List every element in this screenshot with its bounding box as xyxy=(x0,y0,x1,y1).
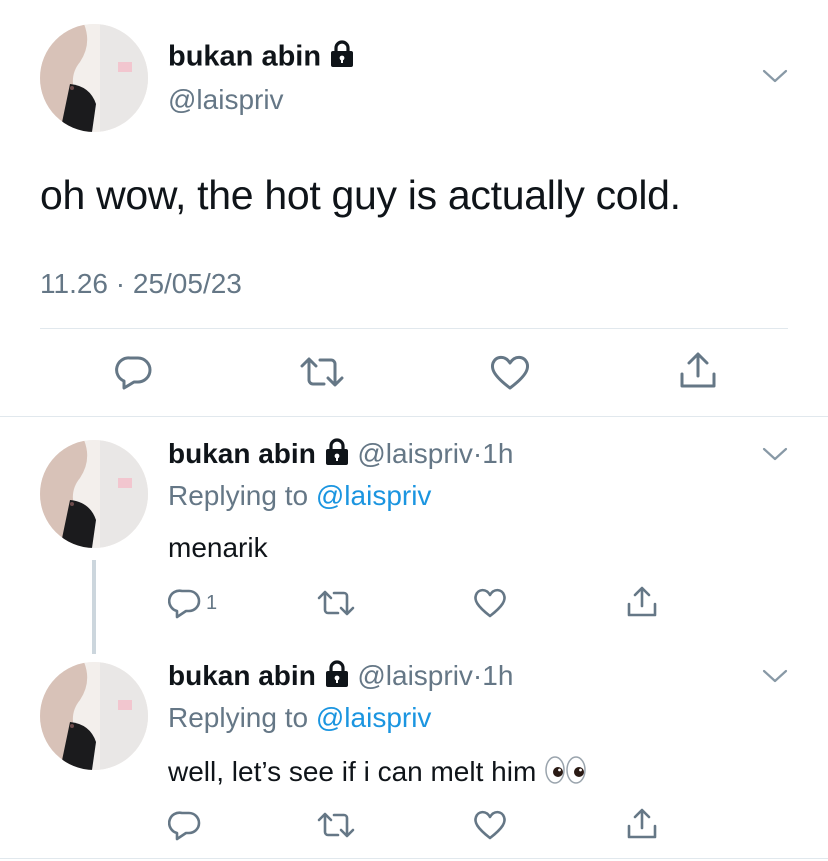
like-icon[interactable] xyxy=(472,808,508,842)
divider xyxy=(0,416,828,417)
divider xyxy=(40,328,788,329)
handle[interactable]: @laispriv xyxy=(357,660,473,691)
handle[interactable]: @laispriv xyxy=(357,438,473,469)
avatar[interactable] xyxy=(40,24,148,132)
divider xyxy=(0,858,828,859)
tweet-text: oh wow, the hot guy is actually cold. xyxy=(40,172,681,218)
lock-icon xyxy=(324,660,350,695)
like-icon[interactable] xyxy=(472,586,508,620)
reply-time[interactable]: 1h xyxy=(482,660,513,691)
reply-icon[interactable] xyxy=(112,352,156,392)
replying-handle-link[interactable]: @laispriv xyxy=(316,702,432,733)
chevron-down-icon[interactable] xyxy=(760,666,790,686)
share-icon[interactable] xyxy=(624,584,660,620)
avatar[interactable] xyxy=(40,440,148,548)
lock-icon xyxy=(324,438,350,473)
eyes-emoji xyxy=(544,754,588,793)
reply-header: bukan abin @laispriv·1h xyxy=(168,660,513,695)
retweet-icon[interactable] xyxy=(316,586,356,620)
reply-time[interactable]: 1h xyxy=(482,438,513,469)
reply-button[interactable]: 1 xyxy=(168,586,217,620)
reply-text: well, let’s see if i can melt him xyxy=(168,755,537,787)
replying-handle-link[interactable]: @laispriv xyxy=(316,480,432,511)
retweet-icon[interactable] xyxy=(298,352,346,392)
tweet-timestamp[interactable]: 11.26 · 25/05/23 xyxy=(40,268,242,300)
avatar[interactable] xyxy=(40,662,148,770)
thread-line xyxy=(92,560,96,654)
handle[interactable]: @laispriv xyxy=(168,84,284,116)
reply-text: menarik xyxy=(168,532,268,563)
retweet-icon[interactable] xyxy=(316,808,356,842)
replying-to: Replying to @laispriv xyxy=(168,480,431,512)
separator: · xyxy=(472,438,483,469)
separator: · xyxy=(472,660,483,691)
share-icon[interactable] xyxy=(624,806,660,842)
replying-to: Replying to @laispriv xyxy=(168,702,431,734)
display-name-row: bukan abin xyxy=(168,40,355,76)
reply-header: bukan abin @laispriv·1h xyxy=(168,438,513,473)
replying-prefix: Replying to xyxy=(168,480,309,511)
reply-text-row: well, let’s see if i can melt him xyxy=(168,754,588,793)
display-name[interactable]: bukan abin xyxy=(168,660,316,691)
chevron-down-icon[interactable] xyxy=(760,66,790,86)
reply-icon[interactable] xyxy=(168,808,204,842)
replying-prefix: Replying to xyxy=(168,702,309,733)
display-name[interactable]: bukan abin xyxy=(168,438,316,469)
lock-icon xyxy=(329,40,355,76)
reply-icon[interactable] xyxy=(168,586,204,620)
reply-count: 1 xyxy=(206,591,218,614)
share-icon[interactable] xyxy=(676,350,720,392)
like-icon[interactable] xyxy=(488,352,532,392)
display-name[interactable]: bukan abin xyxy=(168,41,321,73)
chevron-down-icon[interactable] xyxy=(760,444,790,464)
